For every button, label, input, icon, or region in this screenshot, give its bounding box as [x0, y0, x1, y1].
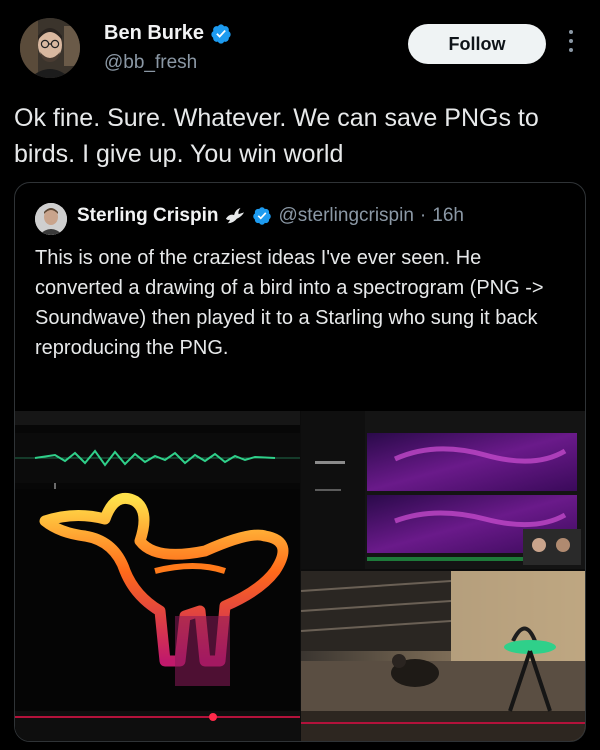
quoted-author-avatar[interactable] — [35, 203, 67, 235]
quoted-tweet-text: This is one of the craziest ideas I've e… — [35, 247, 544, 359]
verified-badge-icon — [253, 207, 272, 225]
author-handle[interactable]: @bb_fresh — [104, 52, 197, 74]
quoted-author-handle[interactable]: @sterlingcrispin — [278, 205, 413, 227]
spectrogram-video-frame — [15, 411, 585, 741]
quoted-tweet-media[interactable] — [15, 411, 585, 741]
dove-icon — [226, 207, 245, 224]
author-avatar[interactable] — [20, 18, 80, 78]
quoted-tweet-time[interactable]: 16h — [432, 205, 464, 227]
tweet-text: Ok fine. Sure. Whatever. We can save PNG… — [14, 104, 539, 168]
verified-badge-icon — [211, 23, 231, 44]
quoted-tweet-header: Sterling Crispin @sterlingcrispin · 16h — [77, 205, 464, 227]
author-name[interactable]: Ben Burke — [104, 22, 204, 45]
tweet-header: Ben Burke @bb_fresh Follow — [0, 0, 600, 95]
time-separator: · — [419, 205, 427, 226]
quoted-author-name[interactable]: Sterling Crispin — [77, 205, 218, 227]
follow-button[interactable]: Follow — [408, 24, 546, 64]
author-name-row: Ben Burke — [104, 22, 232, 45]
more-vertical-icon[interactable] — [566, 30, 576, 58]
quoted-tweet-card[interactable]: Sterling Crispin @sterlingcrispin · 16h … — [14, 182, 586, 742]
